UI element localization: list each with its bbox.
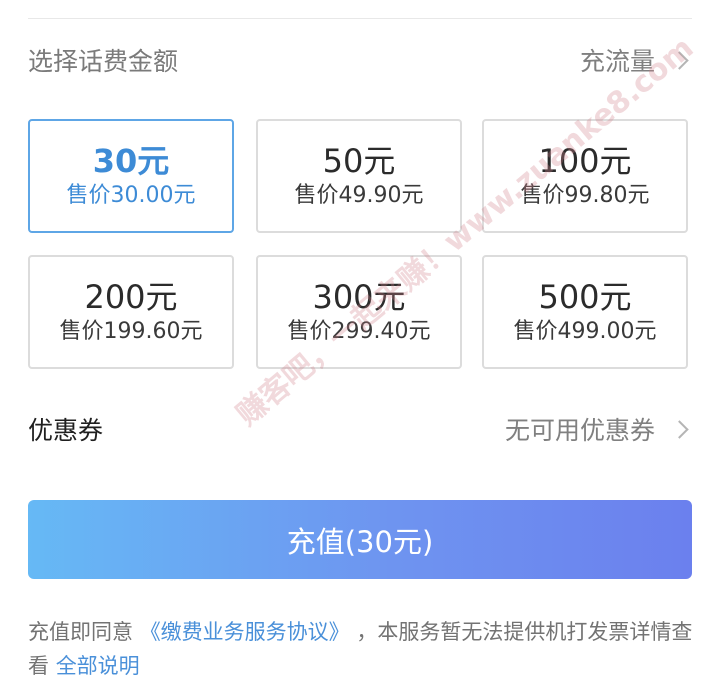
- data-plan-label: 充流量: [579, 47, 655, 76]
- amount-grid: 30元 售价30.00元 50元 售价49.90元 100元 售价99.80元 …: [28, 119, 688, 369]
- coupon-label: 优惠券: [28, 416, 104, 445]
- amount-value: 50元: [322, 142, 396, 180]
- agreement-prefix: 充值即同意: [28, 620, 133, 644]
- recharge-button[interactable]: 充值(30元): [28, 500, 692, 579]
- amount-price: 售价299.40元: [287, 319, 431, 344]
- coupon-row[interactable]: 优惠券 无可用优惠券: [28, 405, 692, 453]
- amount-card-30[interactable]: 30元 售价30.00元: [28, 119, 234, 233]
- amount-price: 售价499.00元: [513, 319, 657, 344]
- amount-value: 200元: [84, 278, 178, 316]
- amount-value: 500元: [538, 278, 632, 316]
- amount-value: 30元: [92, 142, 170, 180]
- data-plan-link[interactable]: 充流量: [580, 42, 692, 78]
- service-agreement-link[interactable]: 《缴费业务服务协议》: [140, 620, 350, 644]
- amount-card-500[interactable]: 500元 售价499.00元: [482, 255, 688, 369]
- amount-section-header: 选择话费金额 充流量: [28, 40, 692, 80]
- full-details-link[interactable]: 全部说明: [56, 654, 140, 678]
- chevron-right-icon: [670, 50, 689, 70]
- amount-price: 售价30.00元: [66, 183, 196, 208]
- amount-price: 售价99.80元: [520, 183, 650, 208]
- agreement-text: 充值即同意 《缴费业务服务协议》 ，本服务暂无法提供机打发票详情查看 全部说明: [28, 615, 696, 683]
- coupon-value-link[interactable]: 无可用优惠券: [505, 411, 692, 447]
- coupon-value: 无可用优惠券: [504, 416, 655, 445]
- amount-card-50[interactable]: 50元 售价49.90元: [256, 119, 462, 233]
- amount-value: 100元: [538, 142, 632, 180]
- top-divider: [28, 18, 692, 19]
- amount-price: 售价49.90元: [294, 183, 424, 208]
- section-title: 选择话费金额: [28, 47, 179, 76]
- amount-card-200[interactable]: 200元 售价199.60元: [28, 255, 234, 369]
- amount-price: 售价199.60元: [59, 319, 203, 344]
- amount-card-100[interactable]: 100元 售价99.80元: [482, 119, 688, 233]
- amount-value: 300元: [312, 278, 406, 316]
- amount-card-300[interactable]: 300元 售价299.40元: [256, 255, 462, 369]
- chevron-right-icon: [670, 419, 689, 439]
